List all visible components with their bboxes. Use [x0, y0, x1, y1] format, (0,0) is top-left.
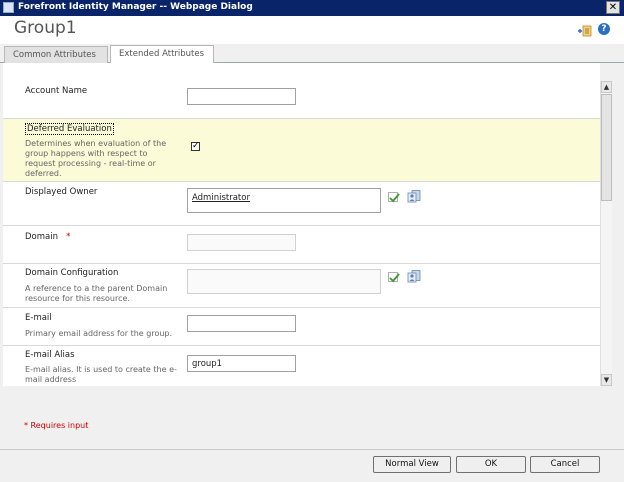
- window-title: Forefront Identity Manager -- Webpage Di…: [18, 2, 253, 12]
- dialog-header: Group1 ?: [0, 16, 624, 44]
- attributes-panel: Account Name Deferred Evaluation Determi…: [3, 63, 600, 386]
- domain-label: Domain *: [25, 232, 70, 242]
- row-account-name: Account Name: [3, 63, 600, 119]
- validate-owner-checkmark-icon[interactable]: [388, 192, 400, 204]
- deferred-evaluation-description: Determines when evaluation of the group …: [25, 139, 167, 178]
- tab-common-attributes[interactable]: Common Attributes: [4, 46, 108, 63]
- close-button[interactable]: ✕: [606, 1, 620, 14]
- browse-domain-config-people-icon[interactable]: [407, 270, 421, 283]
- row-email-alias: E-mail Alias E-mail alias. It is used to…: [3, 346, 600, 386]
- scroll-down-arrow-icon[interactable]: ▼: [601, 374, 612, 386]
- domain-configuration-label: Domain Configuration: [25, 268, 119, 278]
- row-deferred-evaluation: Deferred Evaluation Determines when eval…: [3, 119, 600, 182]
- row-domain: Domain *: [3, 226, 600, 264]
- normal-view-button[interactable]: Normal View: [373, 456, 451, 473]
- account-name-label: Account Name: [25, 86, 88, 96]
- account-name-input[interactable]: [187, 88, 296, 105]
- dialog-footer: Normal View OK Cancel: [0, 449, 624, 482]
- window-titlebar: Forefront Identity Manager -- Webpage Di…: [0, 0, 624, 16]
- domain-configuration-description: A reference to a the parent Domain resou…: [25, 284, 168, 303]
- requires-input-note: * Requires input: [24, 421, 89, 430]
- deferred-evaluation-checkbox[interactable]: ✓: [191, 142, 200, 151]
- browse-owner-people-icon[interactable]: [407, 190, 421, 203]
- scroll-up-arrow-icon[interactable]: ▲: [601, 81, 612, 93]
- email-alias-description: E-mail alias. It is used to create the e…: [25, 365, 177, 384]
- deferred-evaluation-label: Deferred Evaluation: [25, 123, 114, 135]
- email-alias-label: E-mail Alias: [25, 350, 75, 360]
- page-title: Group1: [14, 18, 77, 38]
- displayed-owner-label: Displayed Owner: [25, 187, 98, 197]
- add-to-list-icon[interactable]: [578, 25, 592, 37]
- tab-extended-attributes[interactable]: Extended Attributes: [110, 45, 214, 64]
- domain-input[interactable]: [187, 234, 296, 251]
- email-alias-input[interactable]: group1: [187, 355, 296, 372]
- domain-required-marker: *: [66, 232, 71, 242]
- row-domain-configuration: Domain Configuration A reference to a th…: [3, 264, 600, 308]
- scroll-thumb[interactable]: [601, 94, 612, 201]
- validate-domain-config-checkmark-icon[interactable]: [388, 272, 400, 284]
- ok-button[interactable]: OK: [456, 456, 526, 473]
- app-icon: [3, 2, 14, 13]
- email-label: E-mail: [25, 313, 52, 323]
- row-displayed-owner: Displayed Owner Administrator: [3, 182, 600, 226]
- displayed-owner-field[interactable]: Administrator: [187, 188, 381, 213]
- domain-label-text: Domain: [25, 232, 58, 242]
- email-input[interactable]: [187, 315, 296, 332]
- cancel-button[interactable]: Cancel: [530, 456, 600, 473]
- help-icon[interactable]: ?: [598, 23, 610, 35]
- email-description: Primary email address for the group.: [25, 329, 173, 338]
- domain-configuration-field[interactable]: [187, 269, 381, 294]
- tab-strip: Common Attributes Extended Attributes: [0, 44, 624, 64]
- vertical-scrollbar[interactable]: ▲ ▼: [600, 81, 612, 386]
- displayed-owner-link[interactable]: Administrator: [192, 193, 250, 203]
- row-email: E-mail Primary email address for the gro…: [3, 308, 600, 346]
